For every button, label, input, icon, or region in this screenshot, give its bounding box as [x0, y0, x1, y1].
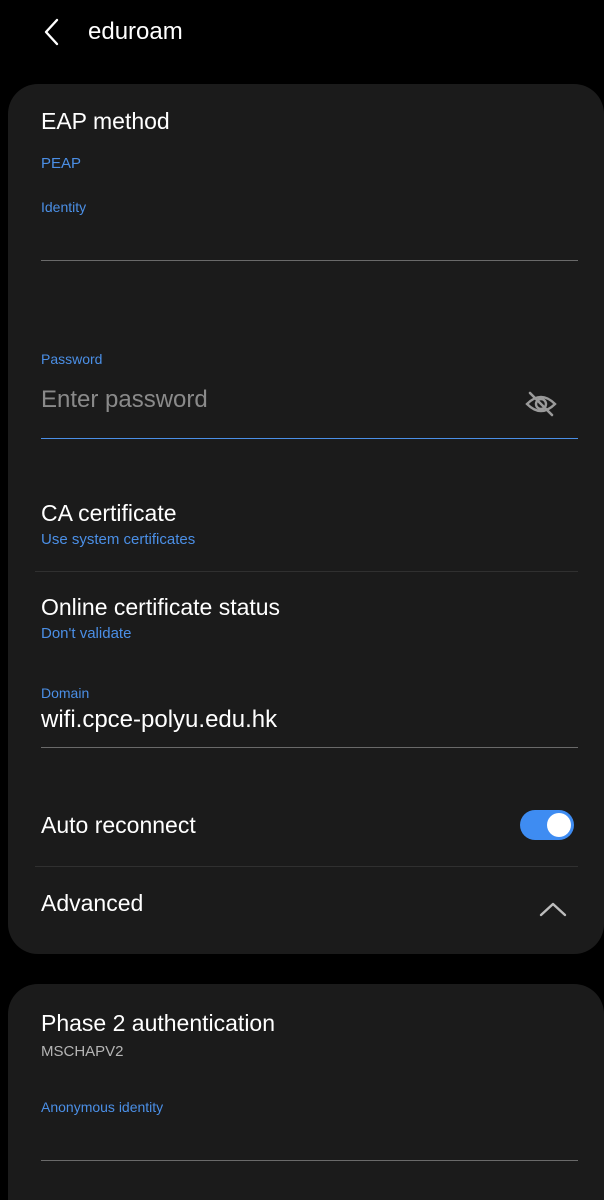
auto-reconnect-setting[interactable]: Auto reconnect — [8, 796, 604, 854]
password-field[interactable]: Password Enter password — [41, 342, 578, 440]
online-certificate-status-title: Online certificate status — [41, 594, 281, 620]
password-underline — [41, 438, 578, 439]
auto-reconnect-label: Auto reconnect — [41, 812, 196, 838]
eye-off-icon — [525, 391, 557, 417]
ca-certificate-title: CA certificate — [41, 500, 177, 526]
toggle-knob — [547, 813, 571, 837]
toggle-password-visibility-button[interactable] — [523, 386, 559, 422]
advanced-settings-card: Phase 2 authentication MSCHAPV2 Anonymou… — [8, 984, 604, 1200]
domain-input[interactable]: wifi.cpce-polyu.edu.hk — [41, 704, 277, 736]
chevron-left-icon — [44, 18, 59, 46]
divider — [35, 866, 578, 867]
domain-field[interactable]: Domain wifi.cpce-polyu.edu.hk — [41, 680, 578, 750]
ca-certificate-value: Use system certificates — [41, 531, 196, 548]
back-button[interactable] — [34, 14, 70, 50]
network-settings-card: EAP method PEAP Identity Password Enter … — [8, 84, 604, 954]
anonymous-identity-underline — [41, 1160, 578, 1161]
app-header: eduroam — [0, 0, 604, 70]
phase2-authentication-setting[interactable]: Phase 2 authentication MSCHAPV2 — [8, 1004, 604, 1070]
anonymous-identity-field[interactable]: Anonymous identity — [41, 1094, 578, 1164]
online-certificate-status-value: Don't validate — [41, 625, 132, 642]
eap-method-value: PEAP — [41, 155, 82, 172]
page-title: eduroam — [88, 18, 183, 45]
identity-field[interactable]: Identity — [41, 190, 578, 262]
eap-method-setting[interactable]: EAP method PEAP — [8, 98, 604, 172]
eap-method-title: EAP method — [41, 108, 170, 134]
identity-label: Identity — [41, 199, 87, 215]
auto-reconnect-toggle[interactable] — [520, 810, 574, 840]
identity-underline — [41, 260, 578, 261]
ca-certificate-setting[interactable]: CA certificate Use system certificates — [8, 488, 604, 572]
domain-underline — [41, 747, 578, 748]
password-label: Password — [41, 351, 103, 367]
divider — [35, 571, 578, 572]
advanced-section-toggle[interactable]: Advanced — [8, 874, 604, 944]
anonymous-identity-label: Anonymous identity — [41, 1099, 164, 1115]
phase2-authentication-title: Phase 2 authentication — [41, 1010, 276, 1036]
phase2-authentication-value: MSCHAPV2 — [41, 1043, 124, 1060]
advanced-label: Advanced — [41, 890, 144, 916]
domain-label: Domain — [41, 685, 90, 701]
online-certificate-status-setting[interactable]: Online certificate status Don't validate — [8, 584, 604, 658]
password-input[interactable]: Enter password — [41, 384, 208, 416]
chevron-up-icon — [539, 902, 567, 917]
